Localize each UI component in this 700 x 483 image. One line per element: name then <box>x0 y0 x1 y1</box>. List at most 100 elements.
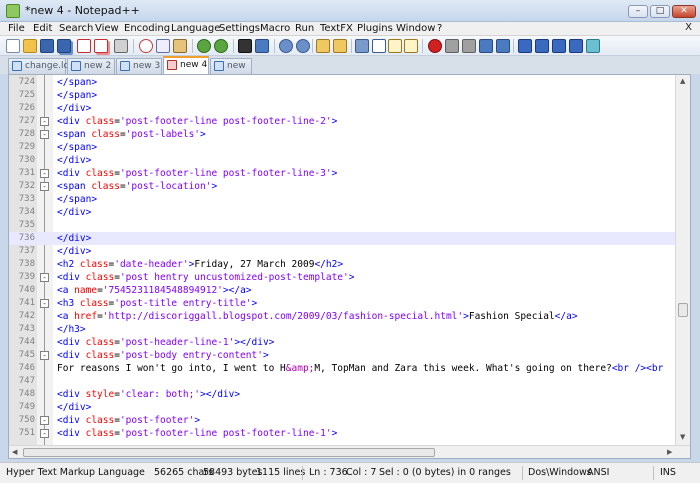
code-line[interactable]: 727- <div class='post-footer-line post-fo… <box>9 115 676 128</box>
menu-file[interactable]: File <box>8 23 25 34</box>
tab-new-4[interactable]: new 4 <box>163 56 209 74</box>
sort-icon[interactable] <box>569 39 583 53</box>
save-all-icon[interactable] <box>57 39 71 53</box>
redo-icon[interactable] <box>214 39 228 53</box>
paste-icon[interactable] <box>173 39 187 53</box>
indent-guide-icon[interactable] <box>388 39 402 53</box>
menu-language[interactable]: Language <box>171 23 220 34</box>
menu-plugins[interactable]: Plugins <box>357 23 393 34</box>
code-line[interactable]: 736 </div> <box>9 232 676 245</box>
tab-change-log[interactable]: change.log <box>8 58 75 74</box>
code-line[interactable]: 738 <h2 class='date-header'>Friday, 27 Ma… <box>9 258 676 271</box>
code-line[interactable]: 739- <div class='post hentry uncustomized… <box>9 271 676 284</box>
horizontal-scrollbar[interactable]: ◀ ▶ <box>9 445 690 458</box>
code-line[interactable]: 737 </div> <box>9 245 676 258</box>
code-line[interactable]: 749 </div> <box>9 401 676 414</box>
move-up-icon[interactable] <box>535 39 549 53</box>
menu-macro[interactable]: Macro <box>260 23 290 34</box>
menu-run[interactable]: Run <box>295 23 314 34</box>
code-line[interactable]: 734 </div> <box>9 206 676 219</box>
tab-new-5[interactable]: new 5 <box>210 58 252 85</box>
code-line[interactable]: 741- <h3 class='post-title entry-title'> <box>9 297 676 310</box>
open-folder-icon[interactable] <box>23 39 37 53</box>
replace-icon[interactable] <box>255 39 269 53</box>
code-line[interactable]: 745- <div class='post-body entry-content'… <box>9 349 676 362</box>
zoom-out-icon[interactable] <box>296 39 310 53</box>
print-icon[interactable] <box>114 39 128 53</box>
show-all-characters-icon[interactable] <box>372 39 386 53</box>
code-line[interactable]: 733 </span> <box>9 193 676 206</box>
close-document-button[interactable]: X <box>685 22 692 33</box>
word-wrap-icon[interactable] <box>355 39 369 53</box>
menu-search[interactable]: Search <box>59 23 93 34</box>
zoom-in-icon[interactable] <box>279 39 293 53</box>
status-eol[interactable]: Dos\Windows <box>528 467 592 478</box>
fold-toggle-icon[interactable]: - <box>40 351 49 360</box>
code-line[interactable]: 731- <div class='post-footer-line post-fo… <box>9 167 676 180</box>
minimize-button[interactable]: – <box>628 5 648 18</box>
fold-toggle-icon[interactable]: - <box>40 429 49 438</box>
new-file-icon[interactable] <box>6 39 20 53</box>
code-line[interactable]: 732- <span class='post-location'> <box>9 180 676 193</box>
vertical-scroll-thumb[interactable] <box>678 303 688 317</box>
code-line[interactable]: 747 <box>9 375 676 388</box>
menu-view[interactable]: View <box>95 23 119 34</box>
maximize-button[interactable]: □ <box>650 5 670 18</box>
close-file-icon[interactable] <box>77 39 91 53</box>
textfx-icon[interactable] <box>518 39 532 53</box>
user-language-icon[interactable] <box>404 39 418 53</box>
save-icon[interactable] <box>40 39 54 53</box>
stop-macro-icon[interactable] <box>445 39 459 53</box>
sync-vertical-icon[interactable] <box>316 39 330 53</box>
menu-settings[interactable]: Settings <box>219 23 260 34</box>
code-line[interactable]: 743 </h3> <box>9 323 676 336</box>
fold-toggle-icon[interactable]: - <box>40 273 49 282</box>
fold-toggle-icon[interactable]: - <box>40 416 49 425</box>
sync-horizontal-icon[interactable] <box>333 39 347 53</box>
code-line[interactable]: 728- <span class='post-labels'> <box>9 128 676 141</box>
cut-icon[interactable] <box>139 39 153 53</box>
code-line[interactable]: 742 <a href='http://discoriggall.blogspot… <box>9 310 676 323</box>
menu-edit[interactable]: Edit <box>33 23 52 34</box>
code-line[interactable]: 744 <div class='post-header-line-1'></div… <box>9 336 676 349</box>
code-line[interactable]: 740 <a name='7545231184548894912'></a> <box>9 284 676 297</box>
editor[interactable]: 724 </span> 725 </span> 726 </div> 727- <div cl… <box>8 74 691 459</box>
spell-check-icon[interactable] <box>586 39 600 53</box>
close-all-icon[interactable] <box>94 39 108 53</box>
scroll-down-arrow-icon[interactable]: ▼ <box>680 433 685 441</box>
menu-textfx[interactable]: TextFX <box>320 23 353 34</box>
code-line[interactable]: 724 </span> <box>9 76 676 89</box>
code-line[interactable]: 726 </div> <box>9 102 676 115</box>
save-macro-icon[interactable] <box>496 39 510 53</box>
menu-help[interactable]: ? <box>437 23 442 34</box>
play-macro-icon[interactable] <box>462 39 476 53</box>
code-line[interactable]: 725 </span> <box>9 89 676 102</box>
menu-encoding[interactable]: Encoding <box>124 23 170 34</box>
scroll-right-arrow-icon[interactable]: ▶ <box>667 448 672 456</box>
code-line[interactable]: 748 <div style='clear: both;'></div> <box>9 388 676 401</box>
record-macro-icon[interactable] <box>428 39 442 53</box>
copy-icon[interactable] <box>156 39 170 53</box>
fold-toggle-icon[interactable]: - <box>40 299 49 308</box>
tab-new-3[interactable]: new 3 <box>116 58 162 74</box>
scroll-up-arrow-icon[interactable]: ▲ <box>680 77 685 85</box>
move-down-icon[interactable] <box>552 39 566 53</box>
code-line[interactable]: 746 For reasons I won't go into, I went t… <box>9 362 676 375</box>
close-button[interactable]: ✕ <box>672 5 696 18</box>
status-encoding[interactable]: ANSI <box>587 467 609 478</box>
code-line[interactable]: 735 <box>9 219 676 232</box>
find-icon[interactable] <box>238 39 252 53</box>
tab-new-2[interactable]: new 2 <box>67 58 115 74</box>
code-line[interactable]: 751- <div class='post-footer-line post-fo… <box>9 427 676 440</box>
status-insert-mode[interactable]: INS <box>660 467 676 478</box>
code-line[interactable]: 730 </div> <box>9 154 676 167</box>
scroll-left-arrow-icon[interactable]: ◀ <box>12 448 17 456</box>
undo-icon[interactable] <box>197 39 211 53</box>
fold-toggle-icon[interactable]: - <box>40 182 49 191</box>
horizontal-scroll-thumb[interactable] <box>23 448 435 457</box>
menu-window[interactable]: Window <box>396 23 435 34</box>
run-macro-multiple-icon[interactable] <box>479 39 493 53</box>
fold-toggle-icon[interactable]: - <box>40 130 49 139</box>
code-line[interactable]: 750- <div class='post-footer'> <box>9 414 676 427</box>
vertical-scrollbar[interactable]: ▲ ▼ <box>675 75 690 445</box>
